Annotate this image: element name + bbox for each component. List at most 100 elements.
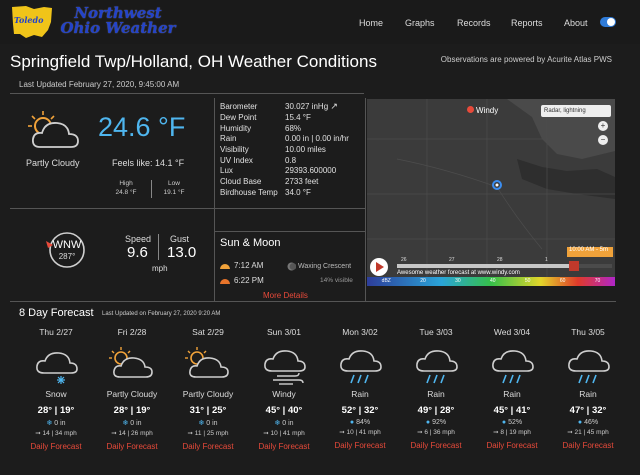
forecast-updated: Last Updated on February 27, 2020 9:20 A… xyxy=(102,311,221,317)
daily-forecast-link[interactable]: Daily Forecast xyxy=(398,441,474,450)
rain-icon xyxy=(568,350,610,384)
forecast-temps: 28° | 19° xyxy=(113,405,151,416)
moon-phase: Waxing Crescent xyxy=(298,263,352,270)
forecast-precip-value: 0 in xyxy=(282,420,294,427)
daily-forecast-link[interactable]: Daily Forecast xyxy=(474,441,550,450)
forecast-precip: ❄ 0 in xyxy=(246,419,322,427)
forecast-day-label: Fri 2/28 xyxy=(117,327,147,337)
wind-arrow-icon: ➞ xyxy=(567,429,573,436)
obs-row: Humidity 68% xyxy=(220,123,349,134)
forecast-condition: Partly Cloudy xyxy=(182,389,234,399)
snowflake-icon: ❄ xyxy=(274,420,281,427)
obs-value: 2733 feet xyxy=(285,176,319,186)
theme-toggle[interactable] xyxy=(600,17,616,27)
map-footer[interactable]: Awesome weather forecast at www.windy.co… xyxy=(397,270,520,276)
site-name[interactable]: Northwest Ohio Weather xyxy=(58,6,178,36)
wind-arrow-icon: ➞ xyxy=(493,429,499,436)
rain-icon xyxy=(492,350,534,384)
daily-forecast-link[interactable]: Daily Forecast xyxy=(18,442,94,451)
sunrise-icon xyxy=(220,264,230,269)
forecast-condition: Rain xyxy=(503,389,521,399)
legend-label: 20 xyxy=(420,278,426,284)
wind-arrow-icon: ➞ xyxy=(35,430,41,437)
moon-visible: 14% visible xyxy=(320,277,353,284)
partly-cloudy-icon xyxy=(28,111,79,148)
forecast-day-label: Sun 3/01 xyxy=(266,327,302,337)
obs-row: Lux 29393.600000 xyxy=(220,165,349,176)
divider xyxy=(151,180,152,198)
forecast-wind-value: 10 | 41 mph xyxy=(270,430,305,437)
forecast-condition: Partly Cloudy xyxy=(106,389,158,399)
forecast-day-label: Wed 3/04 xyxy=(493,327,531,337)
day-label: 27 xyxy=(449,257,455,263)
forecast-condition: Windy xyxy=(272,389,296,399)
nav-records[interactable]: Records xyxy=(457,18,491,28)
daily-forecast-link[interactable]: Daily Forecast xyxy=(246,442,322,451)
forecast-wind: ➞ 8 | 19 mph xyxy=(474,428,550,436)
windy-brand: Windy xyxy=(476,106,499,115)
sunset-time: 6:22 PM xyxy=(234,276,264,285)
nav-home[interactable]: Home xyxy=(359,18,383,28)
forecast-wind-value: 14 | 26 mph xyxy=(118,430,153,437)
forecast-temps: 28° | 19° xyxy=(37,405,75,416)
raindrop-icon: ● xyxy=(425,419,431,426)
obs-value: 0.00 in | 0.00 in/hr xyxy=(285,134,349,144)
zoom-out-button[interactable]: − xyxy=(598,135,608,145)
raindrop-icon: ● xyxy=(501,419,507,426)
forecast-precip: ❄ 0 in xyxy=(18,419,94,427)
forecast-low: 32° xyxy=(591,405,607,416)
radar-legend: dBZ 20 30 40 50 60 70 xyxy=(367,278,615,284)
obs-row: Birdhouse Temp 34.0 °F xyxy=(220,187,349,198)
forecast-day-label: Tue 3/03 xyxy=(419,327,453,337)
top-nav: Toledo Northwest Ohio Weather Home Graph… xyxy=(0,0,640,44)
zoom-in-button[interactable]: + xyxy=(598,121,608,131)
legend-label: 70 xyxy=(594,278,601,284)
forecast-condition: Snow xyxy=(45,389,67,399)
high-label: High xyxy=(119,180,133,187)
nav-about[interactable]: About xyxy=(564,18,588,28)
high-value: 24.8 °F xyxy=(115,189,137,196)
trend-up-icon: ↗ xyxy=(330,101,338,111)
powered-by: Observations are powered by Acurite Atla… xyxy=(440,55,612,64)
forecast-day-label: Mon 3/02 xyxy=(342,327,378,337)
windy-logo[interactable]: Windy xyxy=(467,106,498,115)
daily-forecast-link[interactable]: Daily Forecast xyxy=(550,441,626,450)
ohio-logo-icon[interactable]: Toledo xyxy=(8,4,56,40)
more-details-link[interactable]: More Details xyxy=(263,291,308,300)
forecast-temps: 45° | 40° xyxy=(265,405,303,416)
obs-value: 30.027 inHg ↗ xyxy=(285,101,349,112)
wind-unit: mph xyxy=(152,264,168,273)
forecast-precip-value: 52% xyxy=(508,419,523,426)
forecast-precip: ● 52% xyxy=(474,419,550,426)
legend-label: 40 xyxy=(490,278,496,284)
forecast-day: Wed 3/04 Rain 45° | 41° ● 52% ➞ 8 | 19 mph Da… xyxy=(474,327,550,450)
layer-label: Radar, lightning xyxy=(544,108,586,114)
sun-moon-title: Sun & Moon xyxy=(220,237,281,249)
obs-value: 10.00 miles xyxy=(285,144,326,154)
low-label: Low xyxy=(168,180,180,187)
forecast-precip-value: 0 in xyxy=(130,420,142,427)
wind-arrow-icon: ➞ xyxy=(187,430,193,437)
snowflake-icon: ❄ xyxy=(46,420,53,427)
wind-gust-value: 13.0 xyxy=(167,244,197,261)
feels-like: Feels like: 14.1 °F xyxy=(112,158,185,168)
windy-radar-map[interactable]: Windy Radar, lightning + − 10:00 AM - 5m… xyxy=(367,99,615,286)
forecast-precip-value: 0 in xyxy=(54,420,66,427)
daily-forecast-link[interactable]: Daily Forecast xyxy=(322,441,398,450)
layer-selector[interactable]: Radar, lightning xyxy=(541,105,611,117)
forecast-title: 8 Day Forecast xyxy=(19,307,94,319)
daily-forecast-link[interactable]: Daily Forecast xyxy=(94,442,170,451)
wind-speed-label: Speed xyxy=(125,234,152,244)
daily-forecast-link[interactable]: Daily Forecast xyxy=(170,442,246,451)
forecast-high: 49° xyxy=(417,405,433,416)
legend-label: 50 xyxy=(524,278,531,284)
snowflake-icon: ❄ xyxy=(122,420,129,427)
day-label: 28 xyxy=(497,257,503,263)
wind-arrow-icon: ➞ xyxy=(417,429,423,436)
obs-value-text: 30.027 inHg xyxy=(285,102,329,111)
forecast-temps: 31° | 25° xyxy=(189,405,227,416)
obs-value: 0.8 xyxy=(285,155,297,165)
map-day-labels: 26 27 28 1 xyxy=(401,257,601,263)
nav-graphs[interactable]: Graphs xyxy=(405,18,435,28)
nav-reports[interactable]: Reports xyxy=(511,18,543,28)
